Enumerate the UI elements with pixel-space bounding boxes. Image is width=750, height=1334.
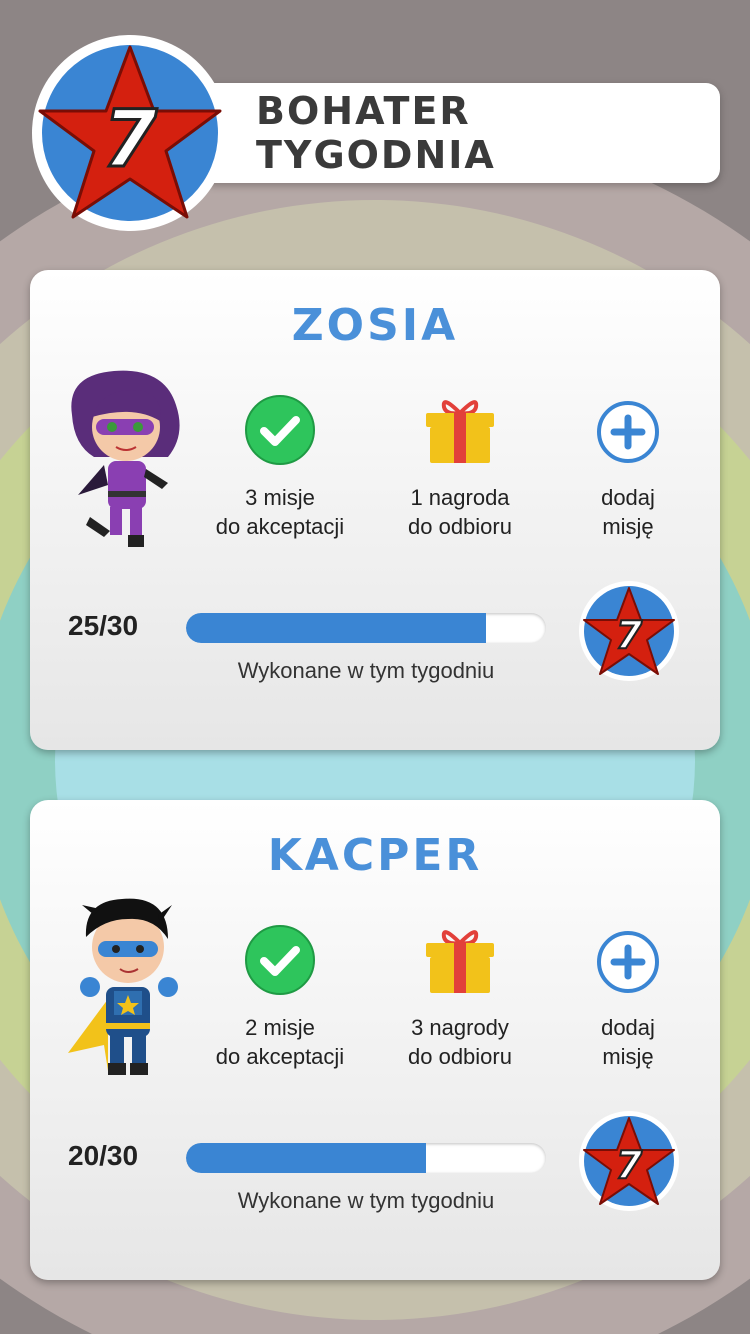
weekly-progress-bar xyxy=(186,613,546,643)
week-star-badge-small[interactable]: 7 xyxy=(578,1110,680,1212)
add-mission-label: dodaj misję xyxy=(601,485,655,539)
gift-icon xyxy=(426,930,494,993)
progress-caption: Wykonane w tym tygodniu xyxy=(237,1188,495,1213)
missions-to-accept[interactable]: 3 misje do akceptacji xyxy=(190,395,370,541)
child-name: Zosia xyxy=(291,300,459,351)
avatar-kacper xyxy=(68,898,178,1075)
add-mission-button[interactable]: dodaj misję xyxy=(538,395,718,541)
plus-icon xyxy=(597,401,659,463)
progress-caption: Wykonane w tym tygodniu xyxy=(237,658,495,683)
add-mission-button[interactable]: dodaj misję xyxy=(538,925,718,1071)
missions-label: 2 misje do akceptacji xyxy=(215,1015,345,1069)
week-star-badge-small[interactable]: 7 xyxy=(578,580,680,682)
child-card-zosia[interactable]: Zosia 3 misje do akceptacji 1 xyxy=(30,270,720,750)
small-badge-number: 7 xyxy=(616,1143,643,1187)
rewards-label: 3 nagrody do odbioru xyxy=(408,1015,512,1069)
header-badge-number: 7 xyxy=(103,95,158,185)
weekly-score: 25/30 xyxy=(68,610,139,641)
missions-label: 3 misje do akceptacji xyxy=(215,485,345,539)
page-title: Bohater tygodnia xyxy=(256,89,496,177)
add-mission-label: dodaj misję xyxy=(601,1015,655,1069)
progress-fill xyxy=(186,613,486,643)
plus-icon xyxy=(597,931,659,993)
rewards-to-collect[interactable]: 1 nagroda do odbioru xyxy=(370,395,550,541)
child-name: Kacper xyxy=(267,830,483,881)
avatar-zosia xyxy=(71,370,180,547)
progress-fill xyxy=(186,1143,427,1173)
gift-icon xyxy=(426,400,494,463)
check-icon xyxy=(245,395,315,465)
child-card-kacper[interactable]: Kacper 2 misje do akceptacji xyxy=(30,800,720,1280)
header-banner: Bohater tygodnia xyxy=(200,83,720,183)
rewards-to-collect[interactable]: 3 nagrody do odbioru xyxy=(370,925,550,1071)
rewards-label: 1 nagroda do odbioru xyxy=(408,485,512,539)
check-icon xyxy=(245,925,315,995)
weekly-progress-bar xyxy=(186,1143,546,1173)
week-star-badge: 7 xyxy=(32,35,228,231)
small-badge-number: 7 xyxy=(616,613,643,657)
missions-to-accept[interactable]: 2 misje do akceptacji xyxy=(190,925,370,1071)
weekly-score: 20/30 xyxy=(68,1140,139,1171)
